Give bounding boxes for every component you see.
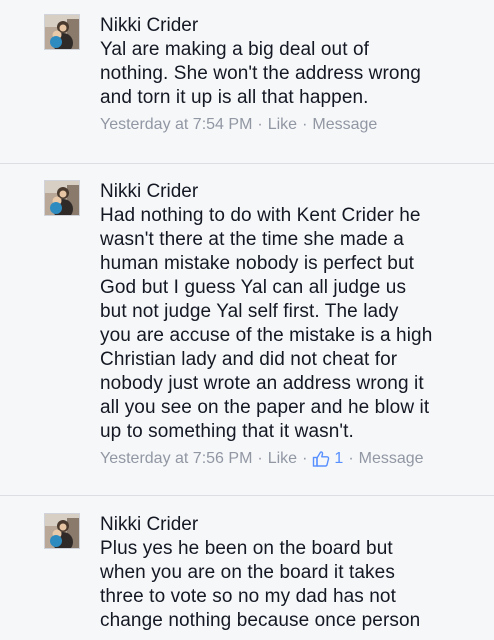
like-count-value: 1 bbox=[334, 450, 344, 467]
comment-author[interactable]: Nikki Crider bbox=[100, 180, 494, 204]
thumbs-up-icon bbox=[313, 451, 330, 467]
avatar[interactable] bbox=[44, 14, 80, 50]
avatar-photo bbox=[45, 15, 79, 49]
comment-thread: Nikki Crider Yal are making a big deal o… bbox=[0, 0, 494, 640]
comment: Nikki Crider Plus yes he been on the boa… bbox=[0, 513, 494, 633]
meta-separator: · bbox=[257, 450, 263, 467]
comment: Nikki Crider Had nothing to do with Kent… bbox=[0, 180, 494, 470]
comment-body: Nikki Crider Plus yes he been on the boa… bbox=[100, 513, 494, 633]
avatar[interactable] bbox=[44, 513, 80, 549]
comment-divider bbox=[0, 163, 494, 164]
like-link[interactable]: Like bbox=[268, 448, 297, 470]
avatar-photo bbox=[45, 181, 79, 215]
comment-text: Had nothing to do with Kent Crider he wa… bbox=[100, 205, 433, 442]
comment-text: Yal are making a big deal out of nothing… bbox=[100, 39, 421, 108]
comment-meta: Yesterday at 7:54 PM · Like · Message bbox=[100, 114, 494, 136]
meta-separator: · bbox=[257, 116, 263, 133]
like-link[interactable]: Like bbox=[268, 114, 297, 136]
message-link[interactable]: Message bbox=[359, 448, 424, 470]
comment-author[interactable]: Nikki Crider bbox=[100, 513, 494, 537]
avatar-photo bbox=[45, 514, 79, 548]
comment-body: Nikki Crider Yal are making a big deal o… bbox=[100, 14, 494, 136]
comment-author[interactable]: Nikki Crider bbox=[100, 14, 494, 38]
meta-separator: · bbox=[348, 450, 354, 467]
comment-timestamp[interactable]: Yesterday at 7:54 PM bbox=[100, 114, 252, 136]
avatar[interactable] bbox=[44, 180, 80, 216]
like-count[interactable]: 1 bbox=[312, 448, 343, 470]
comment-divider bbox=[0, 495, 494, 496]
meta-separator: · bbox=[302, 116, 308, 133]
comment-meta: Yesterday at 7:56 PM · Like · 1 · Messag… bbox=[100, 448, 494, 470]
message-link[interactable]: Message bbox=[312, 114, 377, 136]
comment-body: Nikki Crider Had nothing to do with Kent… bbox=[100, 180, 494, 470]
comment: Nikki Crider Yal are making a big deal o… bbox=[0, 14, 494, 136]
meta-separator: · bbox=[302, 450, 308, 467]
comment-timestamp[interactable]: Yesterday at 7:56 PM bbox=[100, 448, 252, 470]
comment-text: Plus yes he been on the board but when y… bbox=[100, 538, 421, 631]
